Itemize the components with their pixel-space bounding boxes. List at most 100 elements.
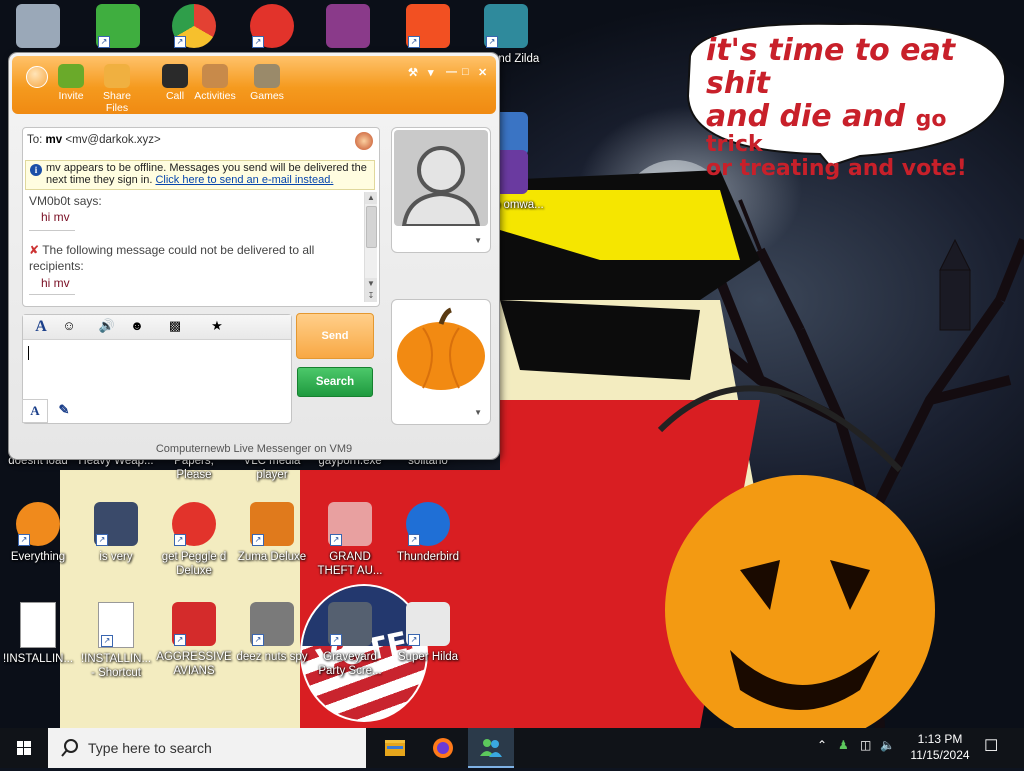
undelivered-message-text: hi mv <box>41 276 70 290</box>
taskbar: Type here to search ⌃ ♟ ◫ 🔈 1:13 PM 11/1… <box>0 728 1024 768</box>
toolbar-activities-button[interactable]: Activities <box>192 64 238 102</box>
messenger-toolbar: Invite Share Files Call Activities Games ⚒ ▾… <box>12 56 496 114</box>
contact-display-picture[interactable]: ▼ <box>391 127 491 253</box>
shortcut-arrow-icon: ↗ <box>252 534 264 546</box>
start-button[interactable] <box>0 728 48 768</box>
desktop-icon-messenger[interactable]: ↗ <box>80 4 156 52</box>
offline-notice: i mv appears to be offline. Messages you… <box>25 160 375 190</box>
taskbar-file-explorer[interactable] <box>372 728 418 768</box>
search-button[interactable]: Search <box>297 367 373 397</box>
to-line: To: mv <mv@darkok.xyz> <box>27 134 161 146</box>
desktop-icon-super-hilda[interactable]: ↗ Super Hilda <box>390 602 466 664</box>
desktop-icon-deez-nuts[interactable]: ↗ deez nuts spy <box>234 602 310 664</box>
maximize-icon[interactable]: □ <box>462 66 469 78</box>
desktop-icon-peggle-deluxe[interactable]: ↗ get Peggle d Deluxe <box>156 502 232 578</box>
desktop-icon-windows[interactable]: ↗ <box>390 4 466 52</box>
messenger-menu-icon[interactable] <box>26 66 48 88</box>
contact-email: <mv@darkok.xyz> <box>65 134 161 146</box>
send-button[interactable]: Send <box>296 313 374 359</box>
desktop-icon-label: Graveyard Party Scre... <box>318 651 382 677</box>
bubble-line-3: or treating and vote! <box>706 156 967 182</box>
taskbar-clock[interactable]: 1:13 PM 11/15/2024 <box>905 731 975 763</box>
desktop-icon-winrar[interactable] <box>310 4 386 52</box>
send-email-link[interactable]: Click here to send an e-mail instead. <box>155 174 333 186</box>
desktop-icon-recycle-bin[interactable] <box>0 4 76 52</box>
desktop-icon-gta[interactable]: ↗ GRAND THEFT AU... <box>312 502 388 578</box>
scroll-thumb[interactable] <box>366 206 377 248</box>
taskbar-messenger[interactable] <box>468 728 514 768</box>
shortcut-arrow-icon: ↗ <box>252 36 264 48</box>
desktop-icon-label: deez nuts spy <box>236 651 308 663</box>
close-icon[interactable]: ✕ <box>478 66 487 79</box>
windows-start-icon <box>17 741 31 755</box>
shortcut-arrow-icon: ↗ <box>18 534 30 546</box>
default-avatar <box>394 130 488 228</box>
emoticon-icon[interactable]: ☺ <box>59 318 79 336</box>
desktop-icon-aggressive-avians[interactable]: ↗ AGGRESSIVE AVIANS <box>156 602 232 678</box>
tray-volume-icon[interactable]: 🔈 <box>880 738 895 752</box>
voice-clip-icon[interactable]: 🔊 <box>97 318 117 336</box>
desktop-icon-everything[interactable]: ↗ Everything <box>0 502 76 564</box>
minimize-icon[interactable]: — <box>446 66 457 78</box>
shortcut-arrow-icon: ↗ <box>174 36 186 48</box>
messenger-status-bar: Computernewb Live Messenger on VM9 <box>155 443 353 455</box>
tray-network-icon[interactable]: ◫ <box>860 738 871 752</box>
desktop-icon-peggle[interactable]: ↗ <box>234 4 310 52</box>
scroll-up-icon[interactable]: ▲ <box>365 192 377 204</box>
text-mode-icon[interactable]: A <box>22 399 48 423</box>
nudge-icon[interactable]: ★ <box>207 318 227 336</box>
desktop-icon-zuma[interactable]: ↗ Zuma Deluxe <box>234 502 310 564</box>
bubble-line-1: it's time to eat shit <box>706 33 956 101</box>
pumpkin-picture <box>397 307 485 390</box>
taskbar-firefox[interactable] <box>420 728 466 768</box>
desktop-icon-label: Super Hilda <box>397 651 459 663</box>
message-history: VM0b0t says: hi mv ✘ The following messa… <box>27 192 357 302</box>
font-icon[interactable]: A <box>31 318 51 336</box>
picture-options-chevron-icon[interactable]: ▼ <box>474 408 482 417</box>
toolbar-games-button[interactable]: Games <box>244 64 290 102</box>
desktop-icon-label: Zuma Deluxe <box>237 551 307 563</box>
desktop-icon-thunderbird[interactable]: ↗ Thunderbird <box>390 502 466 564</box>
avatar-options-chevron-icon[interactable]: ▼ <box>474 236 482 245</box>
message-separator <box>29 294 75 295</box>
history-scrollbar[interactable]: ▲ ▼ ↧ <box>364 192 377 302</box>
graveyard-icon: ↗ <box>328 602 372 646</box>
tray-messenger-icon[interactable]: ♟ <box>838 738 849 752</box>
wink-icon[interactable]: ☻ <box>127 318 147 336</box>
taskbar-search[interactable]: Type here to search <box>48 728 366 768</box>
background-icon[interactable]: ▩ <box>165 318 185 336</box>
paint-bucket-icon[interactable]: ⚒ <box>408 66 418 79</box>
messenger-window[interactable]: Invite Share Files Call Activities Games ⚒ ▾… <box>9 53 499 459</box>
show-hidden-icons-chevron[interactable]: ⌃ <box>817 738 827 752</box>
desktop-icon-graveyard[interactable]: ↗ Graveyard Party Scre... <box>312 602 388 678</box>
shortcut-arrow-icon: ↗ <box>98 36 110 48</box>
handwriting-mode-icon[interactable]: ✎ <box>52 399 76 421</box>
scroll-down-icon[interactable]: ▼ <box>365 278 377 290</box>
document-icon: ↗ <box>98 602 134 648</box>
desktop-icon-chrome[interactable]: ↗ <box>156 4 232 52</box>
toolbar-button-label: Share Files <box>102 90 132 114</box>
desktop-icon-label: AGGRESSIVE AVIANS <box>156 651 232 677</box>
desktop-icon-installing-shortcut[interactable]: ↗ !INSTALLIN... - Shortcut <box>78 602 154 680</box>
shortcut-arrow-icon: ↗ <box>408 634 420 646</box>
zuma-icon: ↗ <box>250 502 294 546</box>
menu-chevron-icon[interactable]: ▾ <box>428 66 434 79</box>
toolbar-share-files-button[interactable]: Share Files <box>94 64 140 114</box>
message-input[interactable] <box>31 344 281 394</box>
my-display-picture[interactable]: ▼ <box>391 299 491 425</box>
desktop-icon-label: !INSTALLIN... <box>2 653 74 665</box>
folder-icon <box>385 740 405 756</box>
scroll-bottom-icon[interactable]: ↧ <box>365 290 377 302</box>
toolbar-invite-button[interactable]: Invite <box>48 64 94 102</box>
share-files-icon <box>104 64 130 88</box>
sender-says: VM0b0t says: <box>29 194 102 208</box>
contact-status-icon <box>355 132 373 150</box>
shortcut-arrow-icon: ↗ <box>174 534 186 546</box>
desktop-icon-is-very[interactable]: ↗ is very <box>78 502 154 564</box>
angry-bird-icon: ↗ <box>172 602 216 646</box>
notification-center-icon[interactable]: ☐ <box>984 736 998 756</box>
desktop-icon-installing[interactable]: !INSTALLIN... <box>0 602 76 666</box>
desktop-icon-label: !INSTALLIN... - Shortcut <box>80 653 152 679</box>
shortcut-arrow-icon: ↗ <box>174 634 186 646</box>
bubble-line-2a: and die and <box>706 99 916 134</box>
